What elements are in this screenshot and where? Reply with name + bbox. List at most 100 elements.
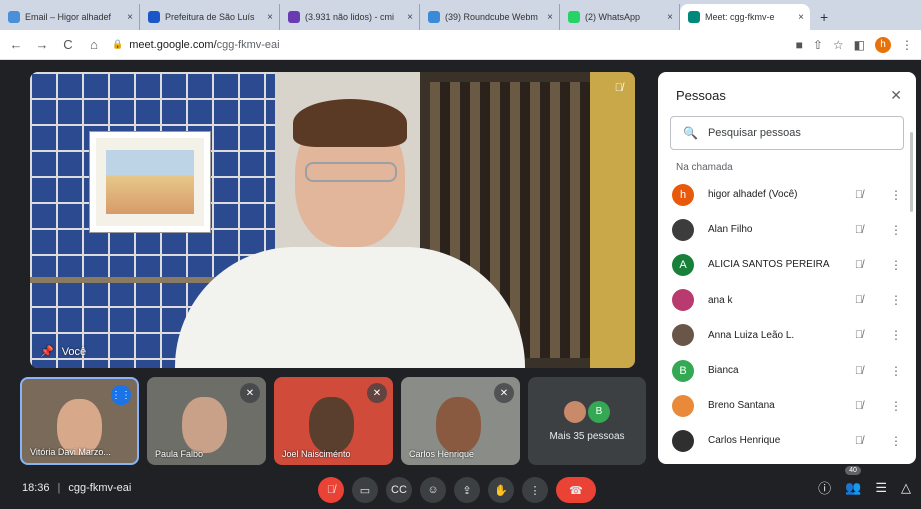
- participant-tile[interactable]: ✕ Paula Falbo: [147, 377, 266, 465]
- more-participants-tile[interactable]: B Mais 35 pessoas: [528, 377, 646, 465]
- participant-name: Carlos Henrique: [708, 435, 781, 447]
- speaking-indicator-icon: ⋮⋮: [111, 385, 131, 405]
- avatar: [672, 429, 694, 452]
- browser-tab-bar: Email – Higor alhadef × Prefeitura de São …: [0, 0, 921, 30]
- avatar: [564, 400, 586, 423]
- participant-row[interactable]: Alan Filho 🎙̸ ⋮: [658, 212, 916, 247]
- participant-name: Paula Falbo: [155, 449, 204, 459]
- lock-icon: 🔒: [112, 39, 124, 49]
- camera-icon[interactable]: ■: [796, 38, 803, 52]
- avatar: B: [672, 359, 694, 382]
- meeting-info: 18:36 | cgg-fkmv-eai: [22, 482, 131, 494]
- participant-row[interactable]: Anna Luiza Leão L. 🎙̸ ⋮: [658, 318, 916, 353]
- browser-tab[interactable]: (2) WhatsApp ×: [560, 4, 680, 30]
- new-tab-icon[interactable]: +: [810, 4, 838, 30]
- browser-tab[interactable]: Email – Higor alhadef ×: [0, 4, 140, 30]
- participant-row[interactable]: A ALICIA SANTOS PEREIRA 🎙̸ ⋮: [658, 247, 916, 282]
- scrollbar[interactable]: [910, 132, 913, 212]
- participant-row[interactable]: Carlos Henrique 🎙̸ ⋮: [658, 423, 916, 458]
- muted-mic-icon: 🎙̸: [854, 223, 864, 236]
- home-icon[interactable]: ⌂: [86, 37, 102, 52]
- captions-button[interactable]: CC: [386, 477, 412, 503]
- browser-tab[interactable]: (39) Roundcube Webm ×: [420, 4, 560, 30]
- participant-name: Vitória Davi Marzo...: [30, 447, 111, 457]
- avatar: B: [588, 400, 610, 423]
- browser-tab[interactable]: Meet: cgg-fkmv-e ×: [680, 4, 810, 30]
- participant-name: Joel Naisciménto: [282, 449, 351, 459]
- main-video-label: 📌 Você: [40, 345, 87, 359]
- muted-mic-icon: ✕: [367, 383, 387, 403]
- browser-menu-icon[interactable]: ⋮: [901, 38, 913, 52]
- muted-mic-icon: 🎙̸: [854, 294, 864, 307]
- more-options-icon[interactable]: ⋮: [890, 399, 902, 413]
- forward-icon[interactable]: →: [34, 37, 50, 52]
- more-options-icon[interactable]: ⋮: [890, 258, 902, 272]
- activities-icon[interactable]: △: [901, 480, 911, 496]
- participant-name: Bianca: [708, 365, 739, 377]
- back-icon[interactable]: ←: [8, 37, 24, 52]
- participant-strip: ⋮⋮ Vitória Davi Marzo... ✕ Paula Falbo ✕…: [20, 377, 646, 465]
- avatar: [672, 324, 694, 347]
- avatar: [672, 218, 694, 241]
- avatar: [672, 289, 694, 312]
- close-icon[interactable]: ✕: [890, 87, 902, 104]
- more-options-icon[interactable]: ⋮: [890, 188, 902, 202]
- address-bar[interactable]: 🔒 meet.google.com/cgg-fkmv-eai: [112, 34, 786, 56]
- camera-button[interactable]: ▭: [352, 477, 378, 503]
- tab-close-icon[interactable]: ×: [547, 12, 553, 23]
- people-count-badge: 40: [845, 465, 861, 475]
- url-path: cgg-fkmv-eai: [216, 38, 280, 51]
- reload-icon[interactable]: C: [60, 37, 76, 52]
- main-video-name: Você: [61, 345, 87, 358]
- participant-row[interactable]: h higor alhadef (Você) 🎙̸ ⋮: [658, 177, 916, 212]
- panel-title: Pessoas: [676, 87, 726, 103]
- more-options-icon[interactable]: ⋮: [890, 328, 902, 342]
- raise-hand-button[interactable]: ✋: [488, 477, 514, 503]
- participant-tile[interactable]: ✕ Carlos Henrique: [401, 377, 520, 465]
- tab-favicon-icon: [568, 11, 580, 23]
- more-options-icon[interactable]: ⋮: [890, 434, 902, 448]
- tab-close-icon[interactable]: ×: [267, 12, 273, 23]
- participant-name: Alan Filho: [708, 224, 753, 236]
- tab-favicon-icon: [688, 11, 700, 23]
- more-options-button[interactable]: ⋮: [522, 477, 548, 503]
- mic-off-button[interactable]: 🎙̸: [318, 477, 344, 503]
- present-button[interactable]: ⇪: [454, 477, 480, 503]
- chat-icon[interactable]: ☰: [875, 480, 887, 496]
- share-icon[interactable]: ⇧: [813, 38, 823, 52]
- url-host: meet.google.com/: [129, 38, 217, 51]
- info-icon[interactable]: ⓘ: [818, 478, 831, 497]
- browser-tab[interactable]: (3.931 não lidos) - cmi ×: [280, 4, 420, 30]
- wall-right: [590, 72, 635, 368]
- side-panel-icon[interactable]: ◧: [854, 38, 865, 52]
- participant-name: Anna Luiza Leão L.: [708, 329, 795, 341]
- avatar: h: [672, 183, 694, 206]
- tab-close-icon[interactable]: ×: [127, 12, 133, 23]
- section-label: Na chamada: [676, 162, 733, 173]
- tab-close-icon[interactable]: ×: [667, 12, 673, 23]
- profile-avatar[interactable]: h: [875, 36, 891, 53]
- participant-row[interactable]: ana k 🎙̸ ⋮: [658, 283, 916, 318]
- tab-favicon-icon: [148, 11, 160, 23]
- bookmark-star-icon[interactable]: ☆: [833, 38, 844, 52]
- people-button[interactable]: 40 👥: [845, 465, 861, 496]
- participant-tile[interactable]: ✕ Joel Naisciménto: [274, 377, 393, 465]
- participant-row[interactable]: Breno Santana 🎙̸ ⋮: [658, 388, 916, 423]
- participant-name: ALICIA SANTOS PEREIRA: [708, 259, 830, 271]
- leave-call-button[interactable]: ☎: [556, 477, 596, 503]
- muted-mic-icon: 🎙̸: [854, 329, 864, 342]
- tab-title: Meet: cgg-fkmv-e: [705, 12, 775, 22]
- emoji-button[interactable]: ☺: [420, 477, 446, 503]
- participant-tile[interactable]: ⋮⋮ Vitória Davi Marzo...: [20, 377, 139, 465]
- participant-row[interactable]: B Bianca 🎙̸ ⋮: [658, 353, 916, 388]
- tab-close-icon[interactable]: ×: [798, 12, 804, 23]
- separator: |: [57, 482, 61, 494]
- meeting-time: 18:36: [22, 482, 50, 494]
- more-options-icon[interactable]: ⋮: [890, 364, 902, 378]
- more-options-icon[interactable]: ⋮: [890, 223, 902, 237]
- tab-close-icon[interactable]: ×: [407, 12, 413, 23]
- more-options-icon[interactable]: ⋮: [890, 293, 902, 307]
- search-input[interactable]: [707, 127, 878, 139]
- main-video-tile[interactable]: 🎙̸ 📌 Você: [30, 72, 635, 368]
- browser-tab[interactable]: Prefeitura de São Luís ×: [140, 4, 280, 30]
